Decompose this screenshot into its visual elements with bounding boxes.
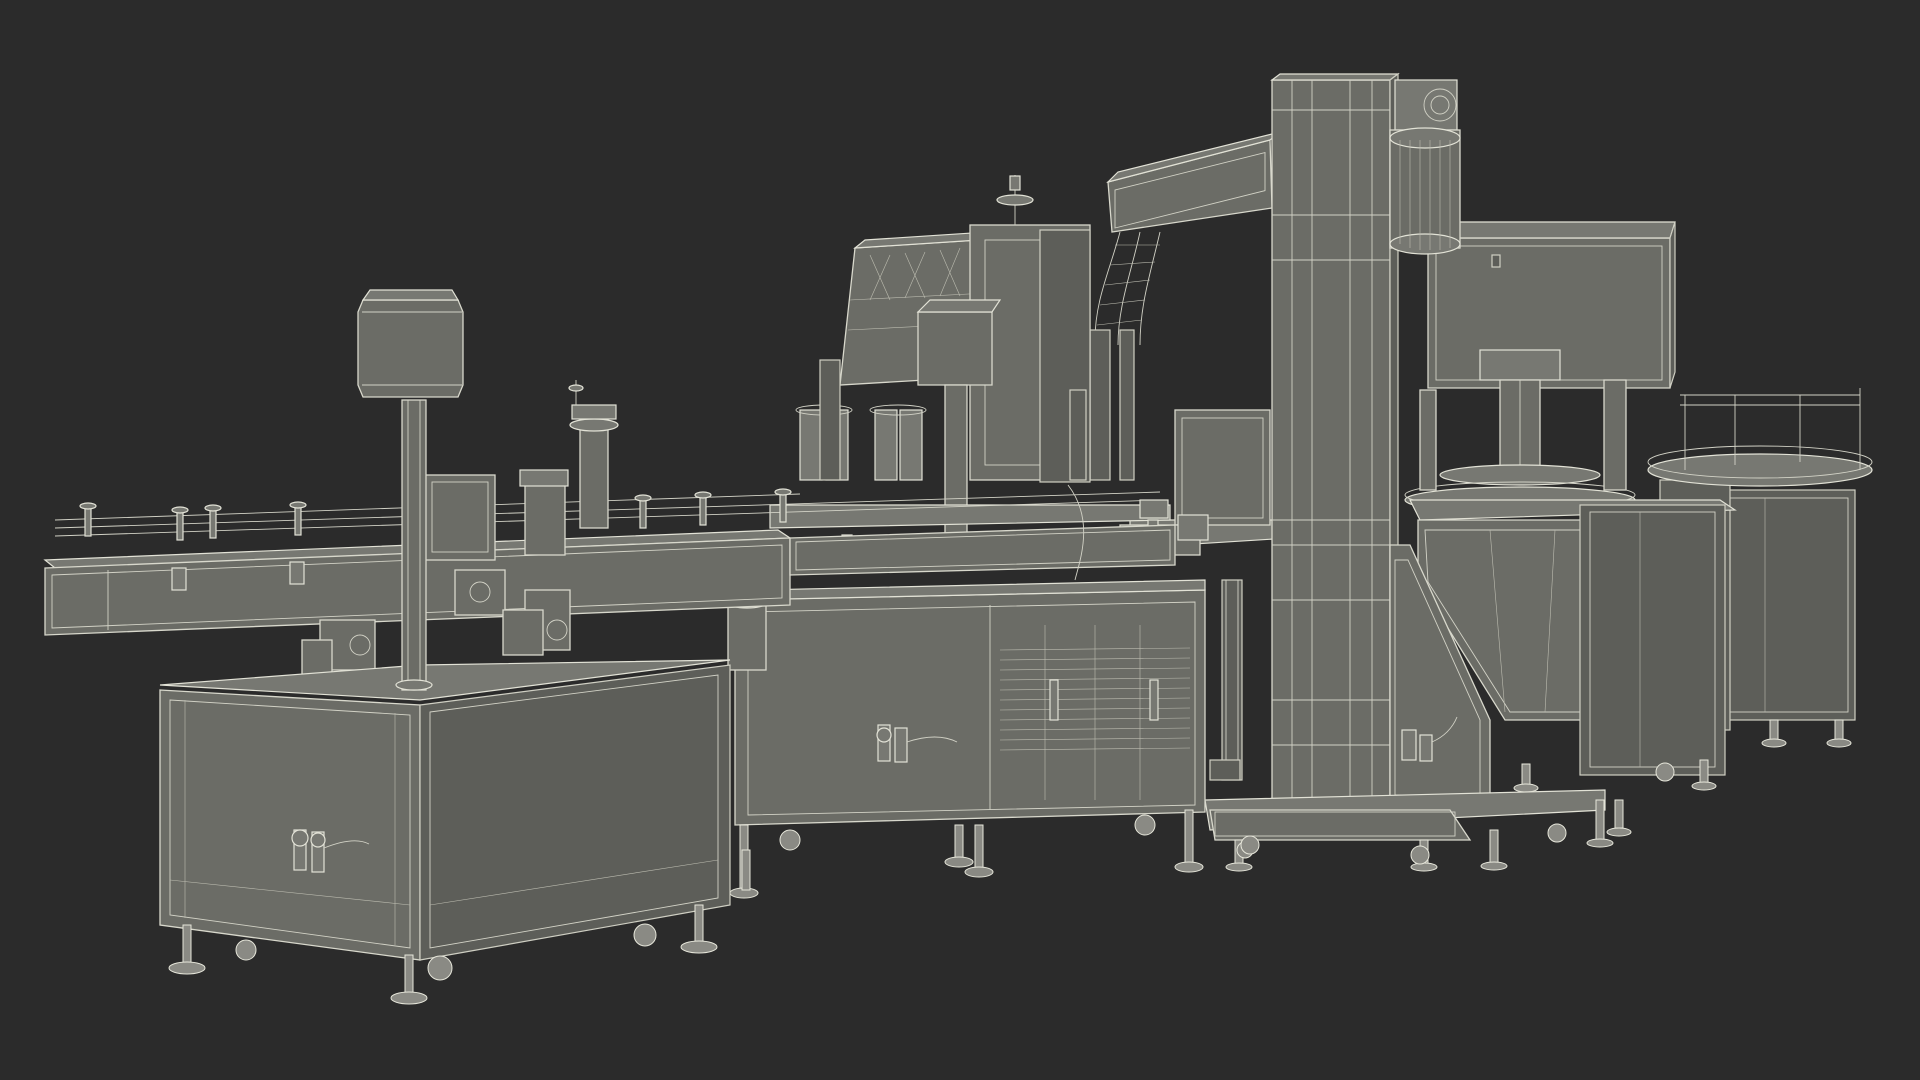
labeler-cabinet bbox=[159, 289, 751, 1005]
scene-canvas bbox=[0, 0, 1920, 1080]
wireframe-render bbox=[43, 72, 1873, 1005]
filling-heads bbox=[795, 404, 927, 481]
elevator-column bbox=[1270, 72, 1491, 832]
labeling-station bbox=[301, 380, 619, 681]
